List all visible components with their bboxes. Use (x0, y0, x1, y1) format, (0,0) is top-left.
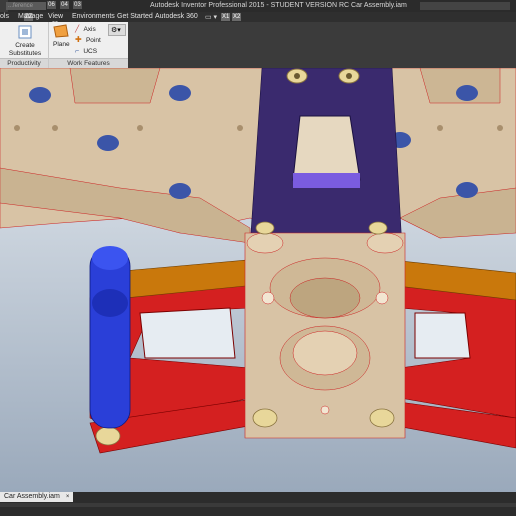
tab-manage[interactable]: Manage (18, 12, 43, 22)
work-features-panel-title: Work Features (49, 58, 128, 68)
axis-label: Axis (83, 26, 96, 33)
plane-button[interactable]: Plane (51, 24, 71, 58)
gear-icon: ⚙▾ (111, 27, 121, 34)
help-search-input[interactable] (420, 2, 510, 10)
create-substitutes-button[interactable]: Create Substitutes (4, 24, 46, 58)
tab-autodesk-360[interactable]: Autodesk 360 (155, 12, 198, 22)
document-tab[interactable]: Car Assembly.iam × (0, 492, 74, 502)
more-options-dropdown[interactable]: ⚙▾ (108, 24, 126, 36)
plane-label: Plane (53, 41, 70, 48)
assembly-3d-view (0, 68, 516, 492)
window-title: Autodesk Inventor Professional 2015 - ST… (150, 2, 407, 9)
horizontal-scrollbar[interactable] (0, 503, 516, 507)
quick-access-keytip[interactable]: 06 (47, 1, 56, 9)
document-tab-bar: Car Assembly.iam × (0, 492, 516, 516)
ribbon-tab-bar: ols ZZ Manage View V Environments Get St… (0, 12, 516, 29)
tab-keytip: X2 (232, 13, 242, 21)
create-substitutes-icon (18, 25, 32, 39)
tab-tools[interactable]: ols (0, 12, 9, 22)
ucs-label: UCS (83, 48, 98, 55)
quick-access-keytip[interactable]: 04 (60, 1, 69, 9)
tab-get-started[interactable]: Get Started (117, 12, 153, 22)
ribbon-panel-area: Create Substitutes Plane ╱ Axis ✚ Point … (0, 22, 128, 69)
graphics-viewport[interactable] (0, 68, 516, 492)
tab-keytip: X1 (221, 13, 231, 21)
ribbon-empty-area (128, 22, 516, 68)
title-bar: ...ference 06 04 03 Autodesk Inventor Pr… (0, 0, 516, 12)
document-tab-label: Car Assembly.iam (4, 493, 60, 500)
plane-icon (53, 24, 69, 38)
ucs-button[interactable]: ⌐ UCS (75, 46, 97, 55)
productivity-panel-title: Productivity (0, 58, 48, 68)
quick-access-keytip[interactable]: 03 (73, 1, 82, 9)
axis-icon: ╱ (75, 26, 80, 33)
quick-search-input[interactable]: ...ference (6, 2, 46, 10)
tab-environments[interactable]: Environments (72, 12, 115, 22)
axis-button[interactable]: ╱ Axis (75, 24, 96, 33)
close-icon[interactable]: × (66, 494, 70, 500)
blue-link (89, 246, 131, 429)
purple-link (249, 68, 403, 249)
ribbon-options-icon[interactable]: ▭ ▾ (205, 13, 217, 21)
point-label: Point (85, 37, 101, 44)
ucs-icon: ⌐ (75, 48, 80, 55)
center-bulkhead (244, 232, 406, 439)
point-button[interactable]: ✚ Point (75, 35, 101, 44)
create-substitutes-label: Create Substitutes (8, 42, 42, 57)
point-icon: ✚ (75, 35, 82, 44)
